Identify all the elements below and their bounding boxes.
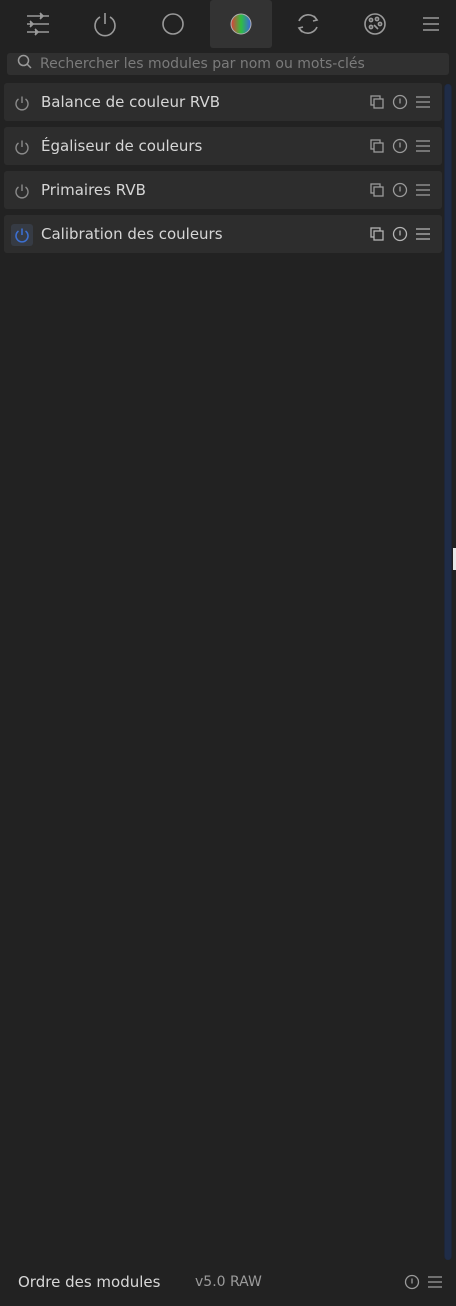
scrollbar-thumb[interactable] bbox=[445, 84, 451, 1260]
reset-icon[interactable] bbox=[390, 136, 410, 156]
presets-menu-icon[interactable] bbox=[425, 1272, 445, 1292]
search-input[interactable] bbox=[40, 56, 440, 72]
multi-instance-icon[interactable] bbox=[367, 180, 387, 200]
sliders-icon bbox=[25, 11, 51, 37]
module-row-color-equalizer[interactable]: Égaliseur de couleurs bbox=[4, 127, 442, 165]
module-panel: Balance de couleur RVB Égaliseur de coul… bbox=[0, 0, 456, 1306]
panel-scrollbar[interactable] bbox=[444, 84, 452, 1260]
module-row-rgb-primaries[interactable]: Primaires RVB bbox=[4, 171, 442, 209]
reset-icon[interactable] bbox=[390, 224, 410, 244]
tab-active-modules[interactable] bbox=[74, 0, 136, 48]
footer-title[interactable]: Ordre des modules bbox=[18, 1271, 160, 1293]
power-toggle-icon[interactable] bbox=[11, 92, 33, 114]
module-order-footer: Ordre des modules v5.0 RAW bbox=[0, 1264, 456, 1300]
module-name[interactable]: Calibration des couleurs bbox=[41, 223, 223, 245]
reset-icon[interactable] bbox=[402, 1272, 422, 1292]
tab-presets-menu[interactable] bbox=[400, 0, 456, 48]
presets-menu-icon[interactable] bbox=[413, 92, 433, 112]
presets-menu-icon[interactable] bbox=[413, 136, 433, 156]
module-name[interactable]: Égaliseur de couleurs bbox=[41, 135, 202, 157]
circle-icon bbox=[160, 11, 186, 37]
module-name[interactable]: Primaires RVB bbox=[41, 179, 146, 201]
power-toggle-icon[interactable] bbox=[11, 224, 33, 246]
presets-menu-icon[interactable] bbox=[413, 180, 433, 200]
color-wheel-icon bbox=[228, 11, 254, 37]
module-group-tabs bbox=[0, 0, 456, 48]
module-search-box[interactable] bbox=[7, 53, 449, 75]
power-icon bbox=[92, 11, 118, 37]
tab-correct[interactable] bbox=[277, 0, 339, 48]
power-toggle-icon[interactable] bbox=[11, 180, 33, 202]
module-row-color-balance-rgb[interactable]: Balance de couleur RVB bbox=[4, 83, 442, 121]
palette-icon bbox=[362, 11, 388, 37]
menu-icon bbox=[422, 15, 440, 33]
reset-icon[interactable] bbox=[390, 92, 410, 112]
tab-effect[interactable] bbox=[344, 0, 406, 48]
multi-instance-icon[interactable] bbox=[367, 136, 387, 156]
multi-instance-icon[interactable] bbox=[367, 92, 387, 112]
module-order-preset: v5.0 RAW bbox=[195, 1274, 262, 1290]
reset-icon[interactable] bbox=[390, 180, 410, 200]
multi-instance-icon[interactable] bbox=[367, 224, 387, 244]
tab-quick-access[interactable] bbox=[7, 0, 69, 48]
refresh-icon bbox=[295, 11, 321, 37]
tab-color[interactable] bbox=[210, 0, 272, 48]
module-row-color-calibration[interactable]: Calibration des couleurs bbox=[4, 215, 442, 253]
power-toggle-icon[interactable] bbox=[11, 136, 33, 158]
module-name[interactable]: Balance de couleur RVB bbox=[41, 91, 220, 113]
search-icon bbox=[17, 54, 32, 74]
presets-menu-icon[interactable] bbox=[413, 224, 433, 244]
tab-base[interactable] bbox=[142, 0, 204, 48]
